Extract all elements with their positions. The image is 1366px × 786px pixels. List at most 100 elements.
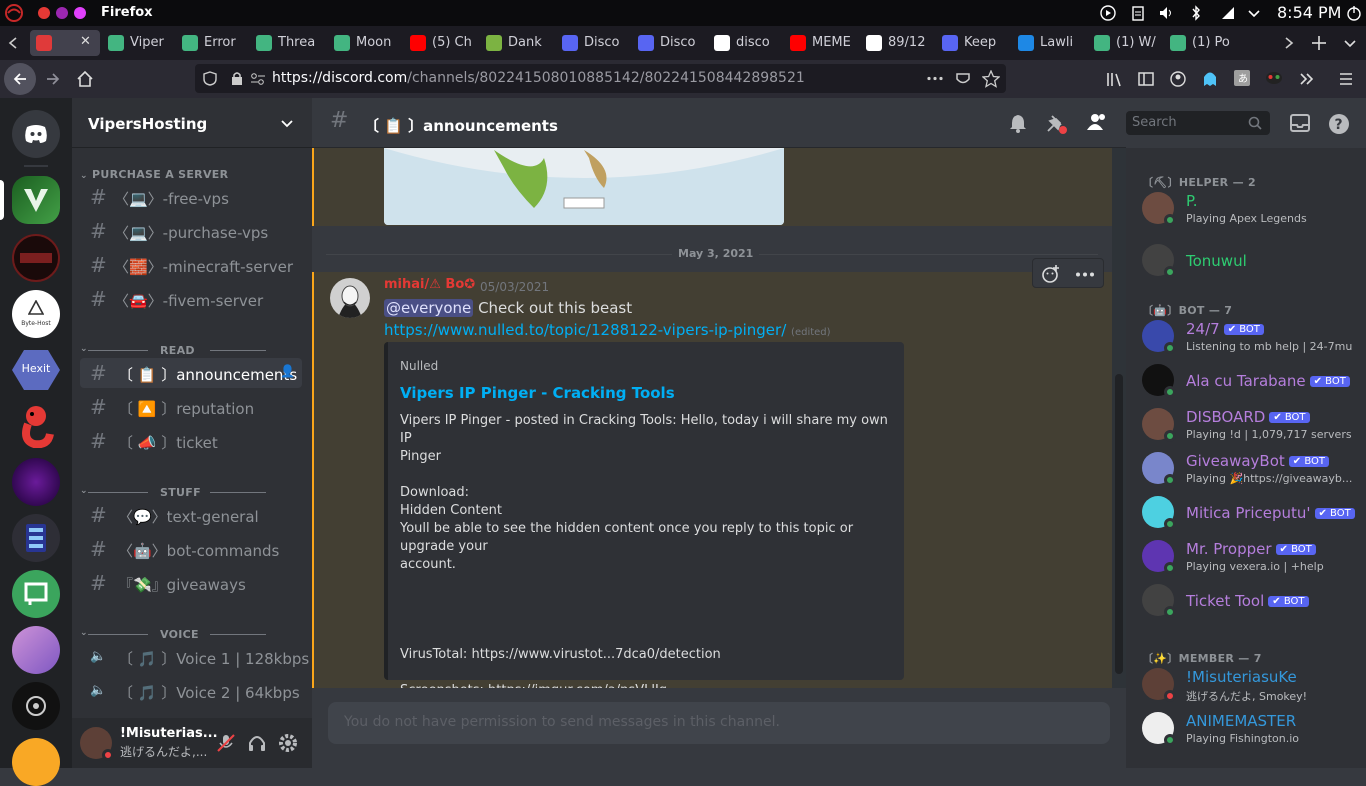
server-red-mascot[interactable] bbox=[12, 402, 60, 450]
hamburger-menu-icon[interactable] bbox=[1338, 71, 1354, 87]
notification-bell-icon[interactable] bbox=[1008, 113, 1028, 133]
translate-extension-icon[interactable]: あ bbox=[1234, 70, 1250, 86]
pinned-messages-icon[interactable] bbox=[1046, 113, 1068, 135]
text-channel-2-2[interactable]: # 『💸』giveaways bbox=[80, 568, 302, 598]
server-titties[interactable] bbox=[12, 458, 60, 506]
server-anime[interactable] bbox=[12, 626, 60, 674]
maximize-window-dot[interactable] bbox=[74, 7, 86, 19]
member-item[interactable]: Mr. Propper ✔ BOT Playing vexera.io | +hel… bbox=[1142, 536, 1352, 578]
back-button[interactable] bbox=[4, 63, 36, 95]
tab-7[interactable]: Disco bbox=[562, 30, 634, 56]
member-item[interactable]: !MisuteriasuKe 逃げるんだよ, Smokey! bbox=[1142, 664, 1352, 706]
world-map-image[interactable] bbox=[384, 148, 784, 225]
member-item[interactable]: ANIMEMASTER Playing Fishington.io bbox=[1142, 708, 1352, 750]
member-list-icon[interactable] bbox=[1086, 112, 1108, 132]
wifi-icon[interactable] bbox=[1220, 5, 1236, 21]
search-box[interactable]: Search bbox=[1126, 111, 1270, 135]
url-text[interactable]: https://discord.com/channels/80224150801… bbox=[272, 70, 805, 86]
category-header[interactable]: ⌄ PURCHASE A SERVER bbox=[80, 168, 228, 181]
ghost-extension-icon[interactable] bbox=[1202, 70, 1218, 88]
volume-icon[interactable] bbox=[1158, 5, 1174, 21]
message-author[interactable]: mihai/⚠ Bo✪ bbox=[384, 277, 475, 292]
text-channel-0-3[interactable]: # 〈🚘〉-fivem-server bbox=[80, 284, 302, 314]
account-icon[interactable] bbox=[1170, 71, 1186, 87]
text-channel-0-2[interactable]: # 〈🧱〉-minecraft-server bbox=[80, 250, 302, 280]
pocket-icon[interactable] bbox=[955, 71, 971, 87]
lock-icon[interactable] bbox=[230, 71, 244, 86]
more-options-icon[interactable] bbox=[1075, 272, 1095, 277]
chevron-down-icon[interactable] bbox=[1246, 5, 1262, 21]
tab-10[interactable]: MEME bbox=[790, 30, 862, 56]
tab-12[interactable]: Keep bbox=[942, 30, 1014, 56]
server-header[interactable]: VipersHosting bbox=[72, 98, 312, 148]
server-vipershosting[interactable] bbox=[12, 176, 60, 224]
home-icon[interactable] bbox=[76, 70, 94, 88]
mask-extension-icon[interactable] bbox=[1265, 70, 1283, 86]
tab-4[interactable]: Moon bbox=[334, 30, 406, 56]
discord-home-button[interactable] bbox=[12, 110, 60, 158]
tab-scroll-left-icon[interactable] bbox=[6, 36, 20, 50]
member-item[interactable]: GiveawayBot ✔ BOT Playing 🎉https://giveawa… bbox=[1142, 448, 1352, 490]
sidebar-toggle-icon[interactable] bbox=[1138, 71, 1154, 87]
member-item[interactable]: Ticket Tool ✔ BOT bbox=[1142, 580, 1352, 622]
clipboard-icon[interactable] bbox=[1130, 5, 1146, 21]
help-icon[interactable]: ? bbox=[1328, 113, 1350, 135]
media-play-icon[interactable] bbox=[1100, 5, 1116, 21]
headphones-icon[interactable] bbox=[247, 733, 267, 753]
server-coin[interactable] bbox=[12, 738, 60, 786]
close-tab-icon[interactable]: ✕ bbox=[80, 34, 91, 49]
tab-13[interactable]: Lawli bbox=[1018, 30, 1090, 56]
scrollbar-thumb[interactable] bbox=[1115, 374, 1123, 674]
text-channel-1-0[interactable]: # 〔 📋 〕announcements 👤 bbox=[80, 358, 302, 388]
member-item[interactable]: P. Playing Apex Legends bbox=[1142, 188, 1352, 230]
permissions-icon[interactable] bbox=[250, 72, 266, 86]
tab-scroll-right-icon[interactable] bbox=[1282, 36, 1296, 50]
server-dark-emblem[interactable] bbox=[12, 682, 60, 730]
text-channel-1-1[interactable]: # 〔 🔼 〕reputation bbox=[80, 392, 302, 422]
tab-11[interactable]: 89/12 bbox=[866, 30, 938, 56]
url-bar[interactable]: https://discord.com/channels/80224150801… bbox=[195, 64, 1006, 93]
system-logo-icon[interactable] bbox=[4, 4, 24, 22]
message-scrollbar[interactable] bbox=[1112, 148, 1126, 688]
new-tab-plus-icon[interactable] bbox=[1310, 34, 1328, 52]
avatar[interactable] bbox=[330, 278, 370, 318]
member-item[interactable]: DISBOARD ✔ BOT Playing !d | 1,079,717 serv… bbox=[1142, 404, 1352, 446]
text-channel-2-0[interactable]: # 〈💬〉text-general bbox=[80, 500, 302, 530]
everyone-mention[interactable]: @everyone bbox=[384, 299, 474, 317]
library-icon[interactable] bbox=[1106, 71, 1122, 87]
tab-0[interactable]: ✕ bbox=[30, 30, 100, 56]
server-hosting-rack[interactable] bbox=[12, 514, 60, 562]
inbox-icon[interactable] bbox=[1290, 114, 1310, 132]
server-virtual-destiny[interactable] bbox=[12, 234, 60, 282]
text-channel-0-0[interactable]: # 〈💻〉-free-vps bbox=[80, 182, 302, 212]
tab-14[interactable]: (1) W/ bbox=[1094, 30, 1166, 56]
member-item[interactable]: Tonuwul bbox=[1142, 240, 1352, 282]
tab-15[interactable]: (1) Po bbox=[1170, 30, 1242, 56]
message-link[interactable]: https://www.nulled.to/topic/1288122-vipe… bbox=[384, 321, 786, 339]
tab-1[interactable]: Viper bbox=[108, 30, 180, 56]
server-green-flag[interactable] bbox=[12, 570, 60, 618]
forward-arrow-icon[interactable] bbox=[45, 71, 61, 87]
text-channel-1-2[interactable]: # 〔 📣 〕ticket bbox=[80, 426, 302, 456]
invite-icon[interactable]: 👤 bbox=[280, 364, 295, 378]
overflow-chevrons-icon[interactable] bbox=[1298, 71, 1314, 87]
close-window-dot[interactable] bbox=[38, 7, 50, 19]
member-item[interactable]: Mitica Priceputu' ✔ BOT bbox=[1142, 492, 1355, 534]
page-actions-icon[interactable] bbox=[926, 76, 944, 81]
tab-3[interactable]: Threa bbox=[256, 30, 328, 56]
tab-list-chevron-icon[interactable] bbox=[1342, 35, 1358, 51]
minimize-window-dot[interactable] bbox=[56, 7, 68, 19]
tab-8[interactable]: Disco bbox=[638, 30, 710, 56]
tab-9[interactable]: disco bbox=[714, 30, 786, 56]
voice-channel-3-1[interactable]: 🔈 〔 🎵 〕Voice 2 | 64kbps bbox=[80, 676, 302, 706]
bluetooth-icon[interactable] bbox=[1188, 5, 1204, 21]
mute-mic-icon[interactable] bbox=[216, 733, 236, 753]
member-item[interactable]: Ala cu Tarabane ✔ BOT bbox=[1142, 360, 1352, 402]
server-hexit[interactable]: Hexit bbox=[12, 346, 60, 394]
embed-title[interactable]: Vipers IP Pinger - Cracking Tools bbox=[400, 384, 675, 402]
text-channel-0-1[interactable]: # 〈💻〉-purchase-vps bbox=[80, 216, 302, 246]
power-icon[interactable] bbox=[1346, 5, 1362, 21]
tab-2[interactable]: Error bbox=[182, 30, 254, 56]
member-item[interactable]: 24/7 ✔ BOT Listening to mb help | 24-7mu..… bbox=[1142, 316, 1352, 358]
server-byte-host[interactable]: Byte-Host bbox=[12, 290, 60, 338]
